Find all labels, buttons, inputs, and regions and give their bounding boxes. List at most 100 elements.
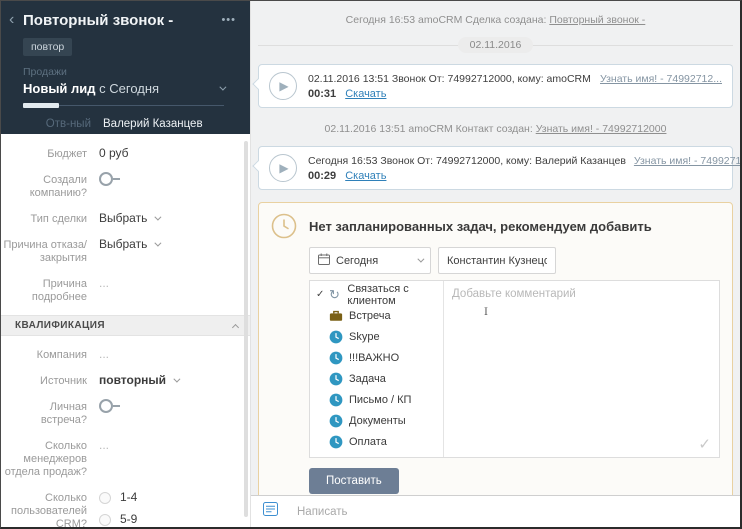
event-text: 02.11.2016 13:51 amoCRM Контакт создан: <box>325 123 536 135</box>
field-budget: Бюджет 0 руб <box>1 146 240 161</box>
managers-label: Сколько менеджеров отдела продаж? <box>1 438 87 479</box>
reason-detail-label: Причина подробнее <box>1 276 87 304</box>
crm-users-label: Сколько пользователей CRM? <box>1 490 87 527</box>
task-type-item[interactable]: Документы <box>310 410 443 431</box>
note-input[interactable] <box>297 506 728 518</box>
deal-header: ‹ Повторный звонок - ••• повтор Продажи … <box>1 1 250 134</box>
call-duration: 00:31 <box>308 88 336 100</box>
comment-pane: I ✓ <box>444 281 719 457</box>
task-type-item[interactable]: !!!ВАЖНО <box>310 347 443 368</box>
contact-link[interactable]: Узнать имя! - 74992712... <box>600 73 722 85</box>
deal-link[interactable]: Повторный звонок - <box>549 14 645 26</box>
managers-value[interactable]: ... <box>99 438 109 453</box>
task-type-item[interactable]: Оплата <box>310 431 443 452</box>
personal-meeting-toggle[interactable] <box>99 399 120 413</box>
company-value[interactable]: ... <box>99 347 109 362</box>
date-divider: 02.11.2016 <box>258 37 733 53</box>
check-icon: ✓ <box>316 289 324 300</box>
source-label: Источник <box>1 373 87 388</box>
call-meta: 02.11.2016 13:51 Звонок От: 74992712000,… <box>308 73 591 85</box>
set-task-button[interactable]: Поставить <box>309 468 399 494</box>
budget-label: Бюджет <box>1 146 87 161</box>
radio-option[interactable]: 1-4 <box>99 490 180 505</box>
clock-icon <box>328 351 344 365</box>
field-company-created: Создали компанию? <box>1 172 240 200</box>
field-company: Компания ... <box>1 347 240 362</box>
task-type-item[interactable]: Задача <box>310 368 443 389</box>
timeline-panel: Сегодня 16:53 amoCRM Сделка создана: Пов… <box>251 1 740 527</box>
play-button[interactable]: ▶ <box>269 72 297 100</box>
stage-selector[interactable]: Новый лид с Сегодня <box>23 81 224 96</box>
clock-icon <box>328 330 344 344</box>
task-type-item[interactable]: Skype <box>310 326 443 347</box>
date-pill: 02.11.2016 <box>458 37 534 53</box>
task-type-item[interactable]: Встреча <box>310 305 443 326</box>
card-notch <box>252 160 263 171</box>
download-link[interactable]: Скачать <box>345 170 386 182</box>
refusal-label: Причина отказа/ закрытия <box>1 237 87 265</box>
card-notch <box>252 78 263 89</box>
briefcase-icon <box>328 309 344 322</box>
collapse-icon <box>232 323 239 330</box>
contact-link[interactable]: Узнать имя! - 74992712000 <box>536 123 667 135</box>
call-record-card: ▶ Сегодня 16:53 Звонок От: 74992712000, … <box>258 146 733 190</box>
contact-link[interactable]: Узнать имя! - 74992712... <box>634 155 740 167</box>
alarm-clock-icon <box>271 213 297 239</box>
deal-sidebar: ‹ Повторный звонок - ••• повтор Продажи … <box>1 1 251 527</box>
back-icon[interactable]: ‹ <box>9 11 21 29</box>
field-refusal-reason: Причина отказа/ закрытия Выбрать <box>1 237 240 265</box>
event-text: Сегодня 16:53 amoCRM Сделка создана: <box>346 14 550 26</box>
deal-title[interactable]: Повторный звонок - <box>23 12 219 29</box>
budget-value[interactable]: 0 руб <box>99 146 129 161</box>
task-type-item[interactable]: ✓ ↻ Связаться с клиентом <box>310 284 443 305</box>
progress-track <box>59 105 224 106</box>
assignee-input[interactable] <box>438 247 556 274</box>
deal-fields: Бюджет 0 руб Создали компанию? Тип сделк… <box>1 134 250 527</box>
section-qualification[interactable]: КВАЛИФИКАЦИЯ <box>1 315 250 336</box>
responsible-label: Отв-ный <box>9 118 91 130</box>
section-title: КВАЛИФИКАЦИЯ <box>15 320 233 331</box>
follow-up-icon: ↻ <box>326 289 342 301</box>
stage-progress-bar <box>23 103 224 108</box>
stage-name: Новый лид <box>23 81 96 96</box>
sidebar-scrollbar[interactable] <box>244 141 248 517</box>
stage-suffix: с Сегодня <box>96 81 160 96</box>
chevron-down-icon <box>155 214 162 221</box>
note-icon[interactable] <box>263 502 278 521</box>
clock-icon <box>328 414 344 428</box>
field-deal-type: Тип сделки Выбрать <box>1 211 240 226</box>
deal-type-label: Тип сделки <box>1 211 87 226</box>
call-record-card: ▶ 02.11.2016 13:51 Звонок От: 7499271200… <box>258 64 733 108</box>
radio-option[interactable]: 5-9 <box>99 512 180 527</box>
clock-icon <box>328 393 344 407</box>
field-personal-meeting: Личная встреча? <box>1 399 240 427</box>
company-created-toggle[interactable] <box>99 172 120 186</box>
download-link[interactable]: Скачать <box>345 88 386 100</box>
source-select[interactable]: повторный <box>99 373 178 388</box>
radio-icon <box>99 514 111 526</box>
reason-detail-value[interactable]: ... <box>99 276 109 291</box>
task-type-item[interactable]: Письмо / КП <box>310 389 443 410</box>
call-duration: 00:29 <box>308 170 336 182</box>
task-date-select[interactable]: Сегодня <box>309 247 431 274</box>
responsible-value[interactable]: Валерий Казанцев <box>103 118 203 130</box>
chevron-down-icon <box>155 240 162 247</box>
field-crm-users: Сколько пользователей CRM? 1-4 5-9 10-14… <box>1 490 240 527</box>
calendar-icon <box>318 253 330 268</box>
comment-input[interactable] <box>444 281 719 457</box>
event-deal-created: Сегодня 16:53 amoCRM Сделка создана: Пов… <box>258 14 733 26</box>
check-icon: ✓ <box>698 435 711 453</box>
clock-icon <box>328 435 344 449</box>
deal-tag: повтор <box>23 38 72 56</box>
progress-filled <box>23 103 59 108</box>
field-source: Источник повторный <box>1 373 240 388</box>
more-menu-icon[interactable]: ••• <box>219 14 238 26</box>
chevron-down-icon <box>173 376 180 383</box>
pipeline-label: Продажи <box>23 66 238 78</box>
play-button[interactable]: ▶ <box>269 154 297 182</box>
chevron-down-icon <box>219 84 226 91</box>
chevron-down-icon <box>417 256 424 263</box>
deal-type-select[interactable]: Выбрать <box>99 211 159 226</box>
task-panel-title: Нет запланированных задач, рекомендуем д… <box>309 219 652 234</box>
refusal-select[interactable]: Выбрать <box>99 237 159 252</box>
